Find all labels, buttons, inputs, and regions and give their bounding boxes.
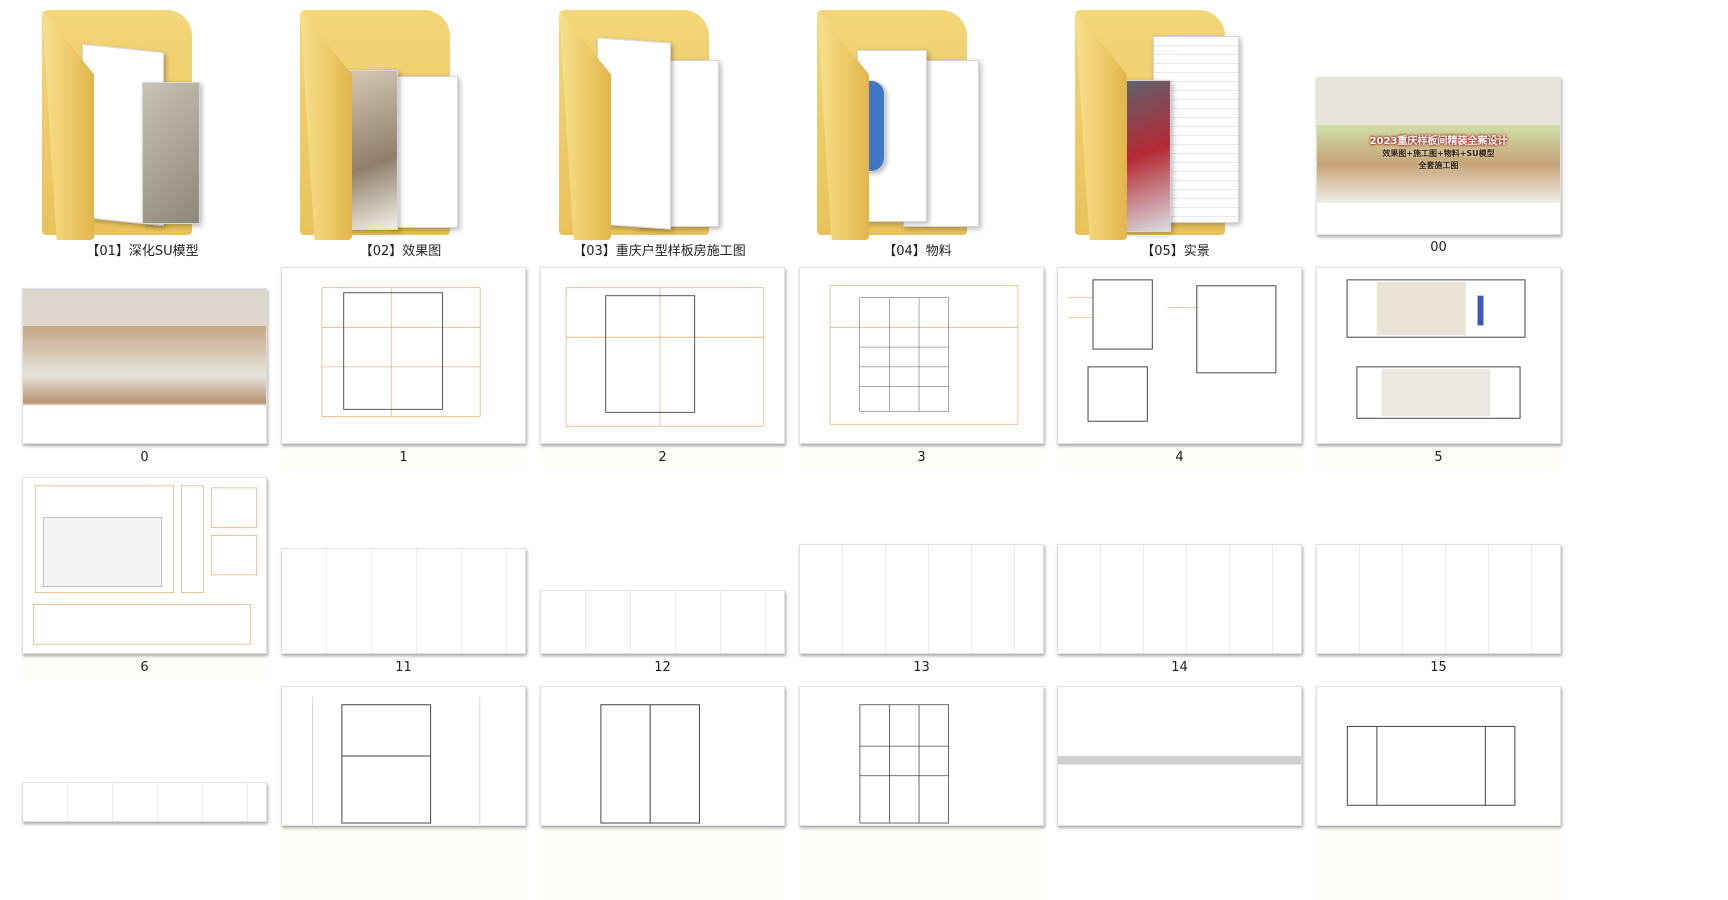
- cover-subtitle-2: 全套施工图: [1418, 161, 1459, 170]
- image-file-item[interactable]: 0: [22, 280, 267, 470]
- file-grid: 【01】深化SU模型 【02】效果图 【03】重庆户型样板房施工图 【04】物料: [0, 0, 1728, 900]
- folder-item[interactable]: 【01】深化SU模型: [20, 0, 265, 262]
- folder-item[interactable]: 【04】物料: [795, 0, 1040, 262]
- render-thumbnail: [22, 288, 267, 444]
- floor-plan-thumbnail: [799, 267, 1044, 444]
- material-sheet-thumbnail: [1316, 544, 1561, 654]
- image-file-item[interactable]: 11: [281, 530, 526, 680]
- image-file-item[interactable]: 12: [540, 570, 785, 680]
- file-label: 13: [913, 660, 930, 675]
- strip-drawing-thumbnail: [1057, 686, 1302, 826]
- folder-label: 【01】深化SU模型: [86, 244, 199, 259]
- file-label: 11: [395, 660, 412, 675]
- image-file-item[interactable]: [1316, 686, 1561, 900]
- image-file-item[interactable]: 14: [1057, 526, 1302, 680]
- folder-icon: [537, 0, 782, 245]
- image-file-item[interactable]: 13: [799, 526, 1044, 680]
- image-file-item[interactable]: 1: [281, 266, 526, 470]
- file-label: 6: [140, 660, 149, 675]
- floor-plan-thumbnail: [281, 686, 526, 826]
- image-file-item[interactable]: 2023重庆样板间精装全案设计 效果图+施工图+物料+SU模型 全套施工图 00: [1316, 0, 1561, 262]
- file-label: 14: [1171, 660, 1188, 675]
- image-file-item[interactable]: [281, 686, 526, 900]
- image-file-item[interactable]: [540, 686, 785, 900]
- folder-item[interactable]: 【03】重庆户型样板房施工图: [537, 0, 782, 262]
- folder-item[interactable]: 【02】效果图: [278, 0, 523, 262]
- folder-label: 【02】效果图: [359, 244, 442, 259]
- folder-label: 【04】物料: [883, 244, 952, 259]
- file-label: 00: [1430, 240, 1447, 255]
- image-file-item[interactable]: 2: [540, 266, 785, 470]
- file-label: 5: [1434, 450, 1443, 465]
- folder-label: 【03】重庆户型样板房施工图: [573, 244, 746, 259]
- file-label: 0: [140, 450, 149, 465]
- image-file-item[interactable]: [799, 686, 1044, 900]
- elevation-thumbnail: [1316, 686, 1561, 826]
- folder-icon: [20, 0, 265, 245]
- file-label: 12: [654, 660, 671, 675]
- image-file-item[interactable]: 4: [1057, 266, 1302, 470]
- folder-icon: [795, 0, 1040, 245]
- floor-plan-thumbnail: [281, 267, 526, 444]
- material-sheet-thumbnail: [22, 782, 267, 822]
- image-file-item[interactable]: 15: [1316, 526, 1561, 680]
- folder-label: 【05】实景: [1141, 244, 1210, 259]
- file-label: 2: [658, 450, 667, 465]
- image-file-item[interactable]: 5: [1316, 266, 1561, 470]
- floor-plan-thumbnail: [540, 267, 785, 444]
- detail-drawing-thumbnail: [22, 477, 267, 654]
- material-sheet-thumbnail: [799, 544, 1044, 654]
- cover-thumbnail: 2023重庆样板间精装全案设计 效果图+施工图+物料+SU模型 全套施工图: [1316, 77, 1561, 235]
- material-sheet-thumbnail: [540, 590, 785, 654]
- material-sheet-thumbnail: [1057, 544, 1302, 654]
- file-label: 15: [1430, 660, 1447, 675]
- image-file-item[interactable]: [1057, 686, 1302, 900]
- floor-plan-thumbnail: [799, 686, 1044, 826]
- image-file-item[interactable]: 6: [22, 476, 267, 680]
- file-label: 4: [1175, 450, 1184, 465]
- floor-plan-thumbnail: [540, 686, 785, 826]
- material-sheet-thumbnail: [281, 548, 526, 654]
- cover-subtitle: 效果图+施工图+物料+SU模型: [1382, 149, 1495, 158]
- folder-icon: [278, 0, 523, 245]
- cover-title: 2023重庆样板间精装全案设计: [1369, 136, 1508, 147]
- image-file-item[interactable]: [22, 782, 267, 900]
- elevation-thumbnail: [1316, 267, 1561, 444]
- folder-item[interactable]: 【05】实景: [1053, 0, 1298, 262]
- folder-icon: [1053, 0, 1298, 245]
- file-label: 1: [399, 450, 408, 465]
- image-file-item[interactable]: 3: [799, 266, 1044, 470]
- file-label: 3: [917, 450, 926, 465]
- detail-drawing-thumbnail: [1057, 267, 1302, 444]
